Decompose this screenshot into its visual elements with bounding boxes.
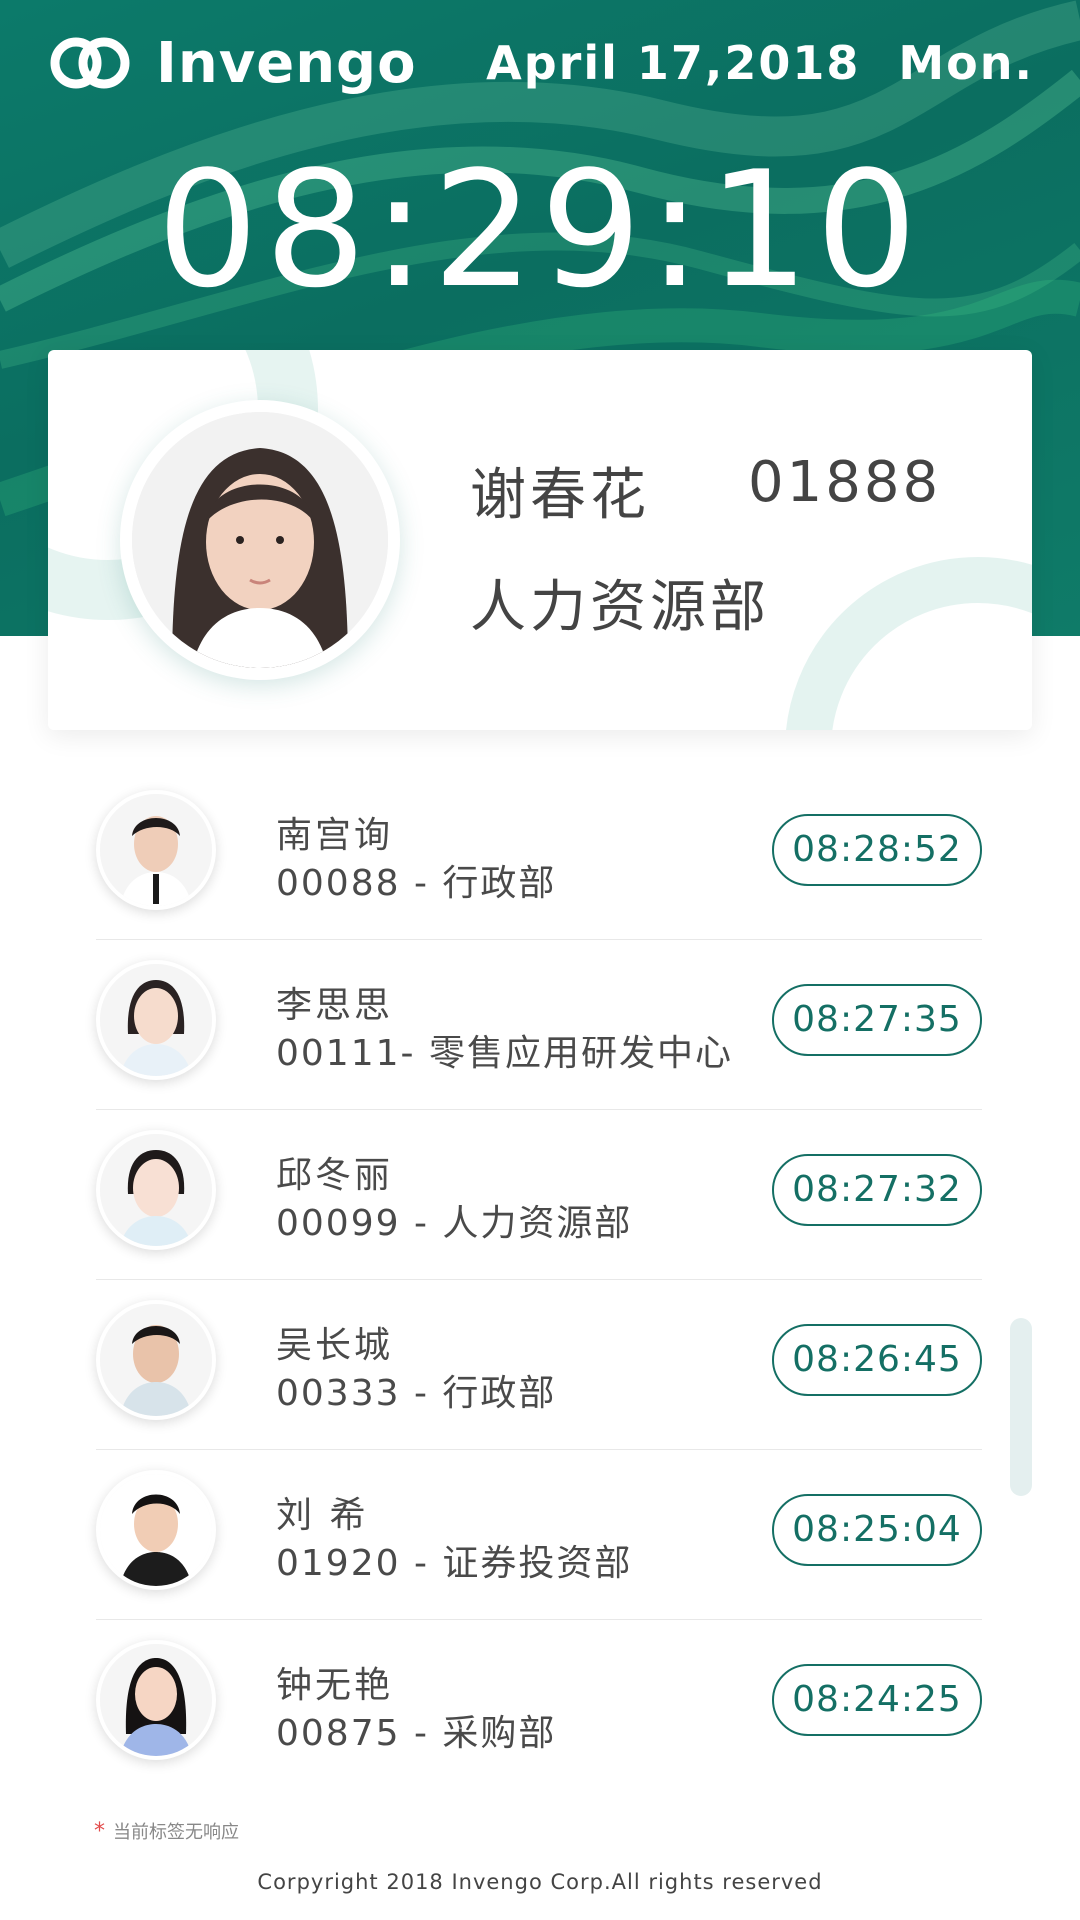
avatar	[96, 1640, 216, 1760]
checkin-time-badge: 08:27:35	[772, 984, 982, 1056]
tag-status-note: * 当前标签无响应	[94, 1818, 239, 1844]
invengo-logo-icon	[50, 37, 130, 89]
avatar	[96, 1300, 216, 1420]
date-display: April 17,2018 Mon.	[486, 36, 1034, 90]
avatar	[96, 1130, 216, 1250]
person-id-department: 01920 - 证券投资部	[276, 1543, 633, 1584]
list-scrollbar[interactable]	[1010, 1318, 1032, 1496]
checkin-time-badge: 08:27:32	[772, 1154, 982, 1226]
current-person-name: 谢春花	[470, 463, 650, 528]
tag-status-text: 当前标签无响应	[113, 1822, 239, 1843]
person-id-department: 00875 - 采购部	[276, 1713, 557, 1754]
copyright-footer: Corpyright 2018 Invengo Corp.All rights …	[257, 1870, 823, 1894]
weekday-text: Mon.	[898, 36, 1034, 90]
list-item[interactable]: 李思思 00111- 零售应用研发中心 08:27:35	[96, 940, 982, 1110]
person-name: 南宫询	[276, 815, 394, 856]
list-item[interactable]: 吴长城 00333 - 行政部 08:26:45	[96, 1280, 982, 1450]
person-name: 邱冬丽	[276, 1155, 394, 1196]
person-name: 钟无艳	[276, 1665, 394, 1706]
card-photo-frame	[120, 400, 400, 680]
current-checkin-card: 谢春花 01888 人力资源部	[48, 350, 1032, 730]
brand: Invengo	[46, 30, 417, 96]
list-item[interactable]: 钟无艳 00875 - 采购部 08:24:25	[96, 1620, 982, 1790]
person-id-department: 00099 - 人力资源部	[276, 1203, 633, 1244]
current-time-clock: 08:29:10	[156, 136, 924, 323]
avatar	[96, 960, 216, 1080]
current-person-id: 01888	[748, 450, 942, 515]
person-name: 吴长城	[276, 1325, 394, 1366]
person-name: 李思思	[276, 985, 394, 1026]
avatar	[96, 790, 216, 910]
checkin-time-badge: 08:28:52	[772, 814, 982, 886]
checkin-time-badge: 08:26:45	[772, 1324, 982, 1396]
avatar	[96, 1470, 216, 1590]
checkin-list[interactable]: 南宫询 00088 - 行政部 08:28:52 李思思 00111- 零售应用…	[96, 770, 982, 1790]
list-item[interactable]: 邱冬丽 00099 - 人力资源部 08:27:32	[96, 1110, 982, 1280]
list-item[interactable]: 南宫询 00088 - 行政部 08:28:52	[96, 770, 982, 940]
checkin-time-badge: 08:25:04	[772, 1494, 982, 1566]
current-person-department: 人力资源部	[470, 575, 770, 640]
person-id-department: 00333 - 行政部	[276, 1373, 557, 1414]
date-text: April 17,2018	[486, 36, 861, 90]
asterisk-icon: *	[94, 1819, 105, 1844]
profile-photo	[132, 412, 388, 668]
brand-name: Invengo	[156, 30, 417, 96]
person-name: 刘 希	[276, 1495, 369, 1536]
list-item[interactable]: 刘 希 01920 - 证券投资部 08:25:04	[96, 1450, 982, 1620]
person-id-department: 00088 - 行政部	[276, 863, 557, 904]
checkin-time-badge: 08:24:25	[772, 1664, 982, 1736]
person-id-department: 00111- 零售应用研发中心	[276, 1033, 733, 1074]
